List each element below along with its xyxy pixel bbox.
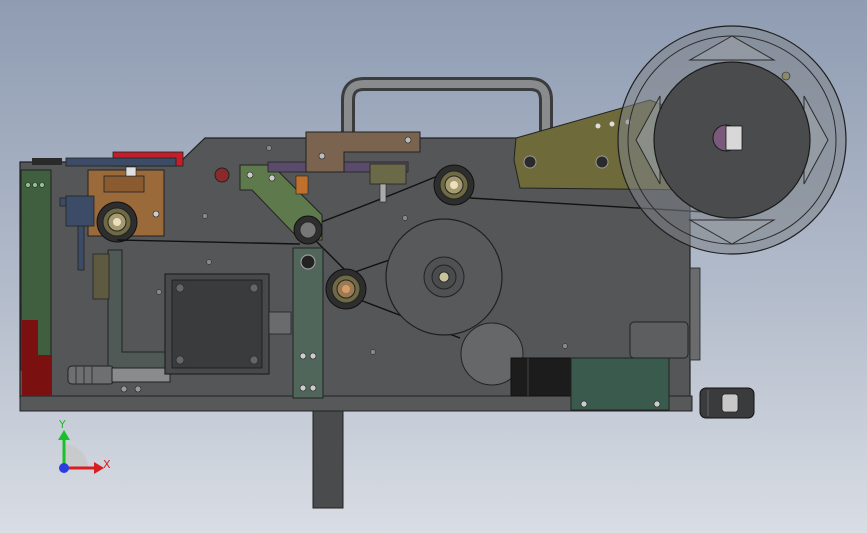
upper-guide-roller[interactable]	[433, 164, 475, 206]
y-axis-label: Y	[58, 418, 66, 431]
controller-box[interactable]	[570, 357, 670, 411]
coordinate-triad: Y X	[58, 418, 111, 474]
top-left-plate[interactable]	[65, 157, 177, 167]
top-left-strip	[32, 158, 62, 165]
tension-roller[interactable]	[293, 215, 323, 245]
supply-reel[interactable]	[617, 25, 847, 255]
support-post[interactable]	[312, 409, 344, 509]
adjustment-knob[interactable]	[699, 387, 755, 419]
right-edge-plate[interactable]	[689, 267, 701, 361]
left-dark-block[interactable]	[65, 195, 95, 227]
left-guide-panel[interactable]	[20, 169, 52, 396]
carry-handle[interactable]	[341, 77, 553, 132]
x-axis-label: X	[103, 458, 111, 471]
right-mount-block[interactable]	[629, 321, 689, 359]
cad-viewport[interactable]: Y X	[0, 0, 867, 533]
spring[interactable]	[295, 175, 309, 195]
bottom-drive-motor[interactable]	[510, 357, 572, 397]
z-axis-dot	[59, 463, 69, 473]
red-pivot[interactable]	[214, 167, 230, 183]
small-left-block[interactable]	[92, 253, 110, 300]
assembly-drawing[interactable]: Y X	[0, 0, 867, 533]
left-guide-roller[interactable]	[96, 201, 138, 243]
take-up-disc[interactable]	[385, 218, 503, 336]
vertical-slide-plate[interactable]	[292, 247, 324, 399]
middle-guide-roller[interactable]	[325, 268, 367, 310]
